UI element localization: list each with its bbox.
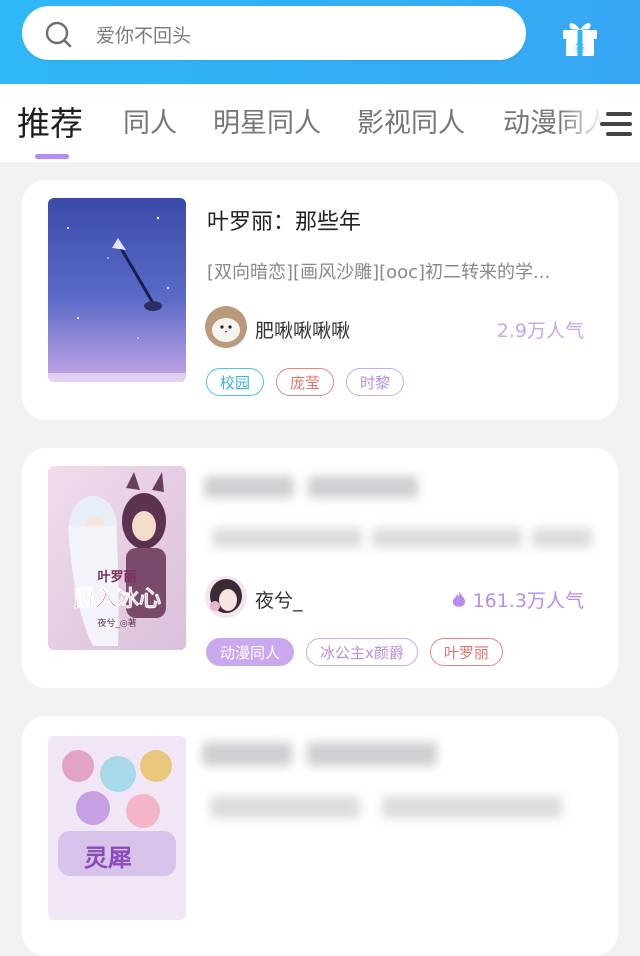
gift-icon[interactable]: 签 xyxy=(560,18,600,58)
author-name[interactable]: 肥啾啾啾啾 xyxy=(255,316,350,343)
book-title[interactable]: 叶罗丽：那些年 xyxy=(207,204,361,236)
cover-title: 灵犀 xyxy=(84,843,132,872)
tag-list: 动漫同人 冰公主x颜爵 叶罗丽 xyxy=(206,638,515,668)
blurred-description xyxy=(532,528,592,548)
tab-film-fanfic[interactable]: 影视同人 xyxy=(357,101,465,140)
search-bar[interactable]: 爱你不回头 xyxy=(22,6,526,60)
flame-icon xyxy=(452,591,465,607)
tab-celebrity-fanfic[interactable]: 明星同人 xyxy=(213,101,321,140)
svg-text:叶罗丽: 叶罗丽 xyxy=(97,570,136,585)
blurred-title xyxy=(202,742,292,766)
tab-recommend[interactable]: 推荐 xyxy=(17,97,83,145)
tab-fanfic[interactable]: 同人 xyxy=(123,101,177,140)
book-card[interactable]: 灵犀 xyxy=(22,716,618,956)
svg-text:爵入冰心: 爵入冰心 xyxy=(73,586,161,612)
tag[interactable]: 冰公主x颜爵 xyxy=(306,638,418,666)
blurred-title xyxy=(307,742,437,766)
svg-text:签: 签 xyxy=(575,42,585,55)
popularity: 2.9万人气 xyxy=(496,320,584,342)
tag[interactable]: 时黎 xyxy=(346,368,405,396)
cover-credit: 夜兮_◎著 xyxy=(97,617,136,629)
blurred-title xyxy=(204,476,294,498)
tag[interactable]: 动漫同人 xyxy=(206,638,295,666)
search-query[interactable]: 爱你不回头 xyxy=(96,21,191,48)
book-card[interactable]: 叶罗丽 爵入冰心 夜兮_◎著 夜兮_ 161.3万人气 动漫同人 冰公主x颜爵 叶罗… xyxy=(22,448,618,688)
popularity-value: 161.3万人气 xyxy=(472,590,584,612)
menu-icon[interactable] xyxy=(600,110,634,138)
tag[interactable]: 叶罗丽 xyxy=(429,638,503,666)
search-icon xyxy=(45,21,72,48)
book-cover xyxy=(48,198,186,382)
tag-list: 校园 庞莹 时黎 xyxy=(206,368,416,398)
active-tab-indicator xyxy=(35,154,69,159)
book-cover: 叶罗丽 爵入冰心 夜兮_◎著 xyxy=(48,466,186,650)
blurred-title xyxy=(308,476,418,498)
top-bar: 爱你不回头 签 xyxy=(0,0,640,84)
author-avatar[interactable] xyxy=(205,306,247,348)
blurred-description xyxy=(210,796,360,818)
tag[interactable]: 校园 xyxy=(206,368,265,396)
blurred-description xyxy=(212,528,362,548)
popularity: 161.3万人气 xyxy=(451,586,584,613)
tag[interactable]: 庞莹 xyxy=(276,368,335,396)
category-tabs: 推荐 同人 明星同人 影视同人 动漫同人 xyxy=(0,84,640,162)
book-card[interactable]: 叶罗丽：那些年 [双向暗恋][画风沙雕][ooc]初二转来的学... 肥啾啾啾啾… xyxy=(22,180,618,420)
book-cover: 灵犀 xyxy=(48,736,186,920)
author-name[interactable]: 夜兮_ xyxy=(255,586,303,613)
blurred-description xyxy=(382,796,562,818)
book-description: [双向暗恋][画风沙雕][ooc]初二转来的学... xyxy=(207,262,551,283)
author-avatar[interactable] xyxy=(205,576,247,618)
blurred-description xyxy=(372,528,522,548)
